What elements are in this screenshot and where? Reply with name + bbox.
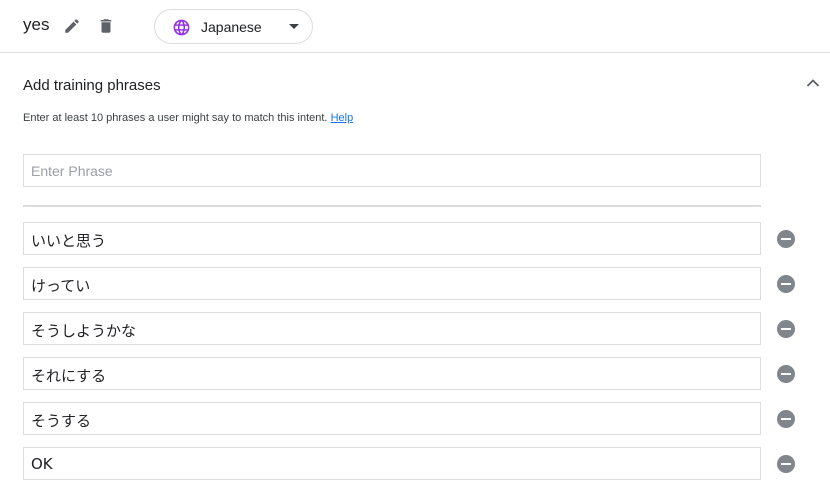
remove-phrase-icon[interactable] [777,410,795,428]
phrase-row[interactable]: そうする [23,402,761,435]
phrase-text: それにする [31,367,107,385]
phrase-row[interactable]: OK [23,447,761,480]
phrase-row[interactable]: そうしようかな [23,312,761,345]
divider [23,205,761,207]
phrase-text: そうしようかな [31,322,137,340]
chevron-up-icon[interactable] [806,78,820,88]
remove-phrase-icon[interactable] [777,230,795,248]
globe-icon [173,19,190,36]
section-title: Add training phrases [23,77,161,94]
phrase-row[interactable]: けってい [23,267,761,300]
trash-icon[interactable] [97,16,115,36]
language-label: Japanese [201,19,262,35]
help-link[interactable]: Help [331,112,354,124]
phrase-input[interactable] [23,154,761,187]
phrase-text: いいと思う [31,232,107,250]
intent-header: yes Japanese [0,0,830,53]
pencil-icon[interactable] [63,17,81,35]
phrase-text: そうする [31,412,92,430]
phrase-row[interactable]: それにする [23,357,761,390]
phrase-row[interactable]: いいと思う [23,222,761,255]
intent-name[interactable]: yes [23,15,49,35]
remove-phrase-icon[interactable] [777,275,795,293]
phrase-text: OK [31,455,53,473]
helper-text: Enter at least 10 phrases a user might s… [23,112,328,124]
remove-phrase-icon[interactable] [777,455,795,473]
language-selector[interactable]: Japanese [154,9,313,44]
caret-down-icon [289,24,299,29]
helper-text-line: Enter at least 10 phrases a user might s… [23,112,353,124]
phrase-text: けってい [31,277,91,295]
remove-phrase-icon[interactable] [777,320,795,338]
remove-phrase-icon[interactable] [777,365,795,383]
